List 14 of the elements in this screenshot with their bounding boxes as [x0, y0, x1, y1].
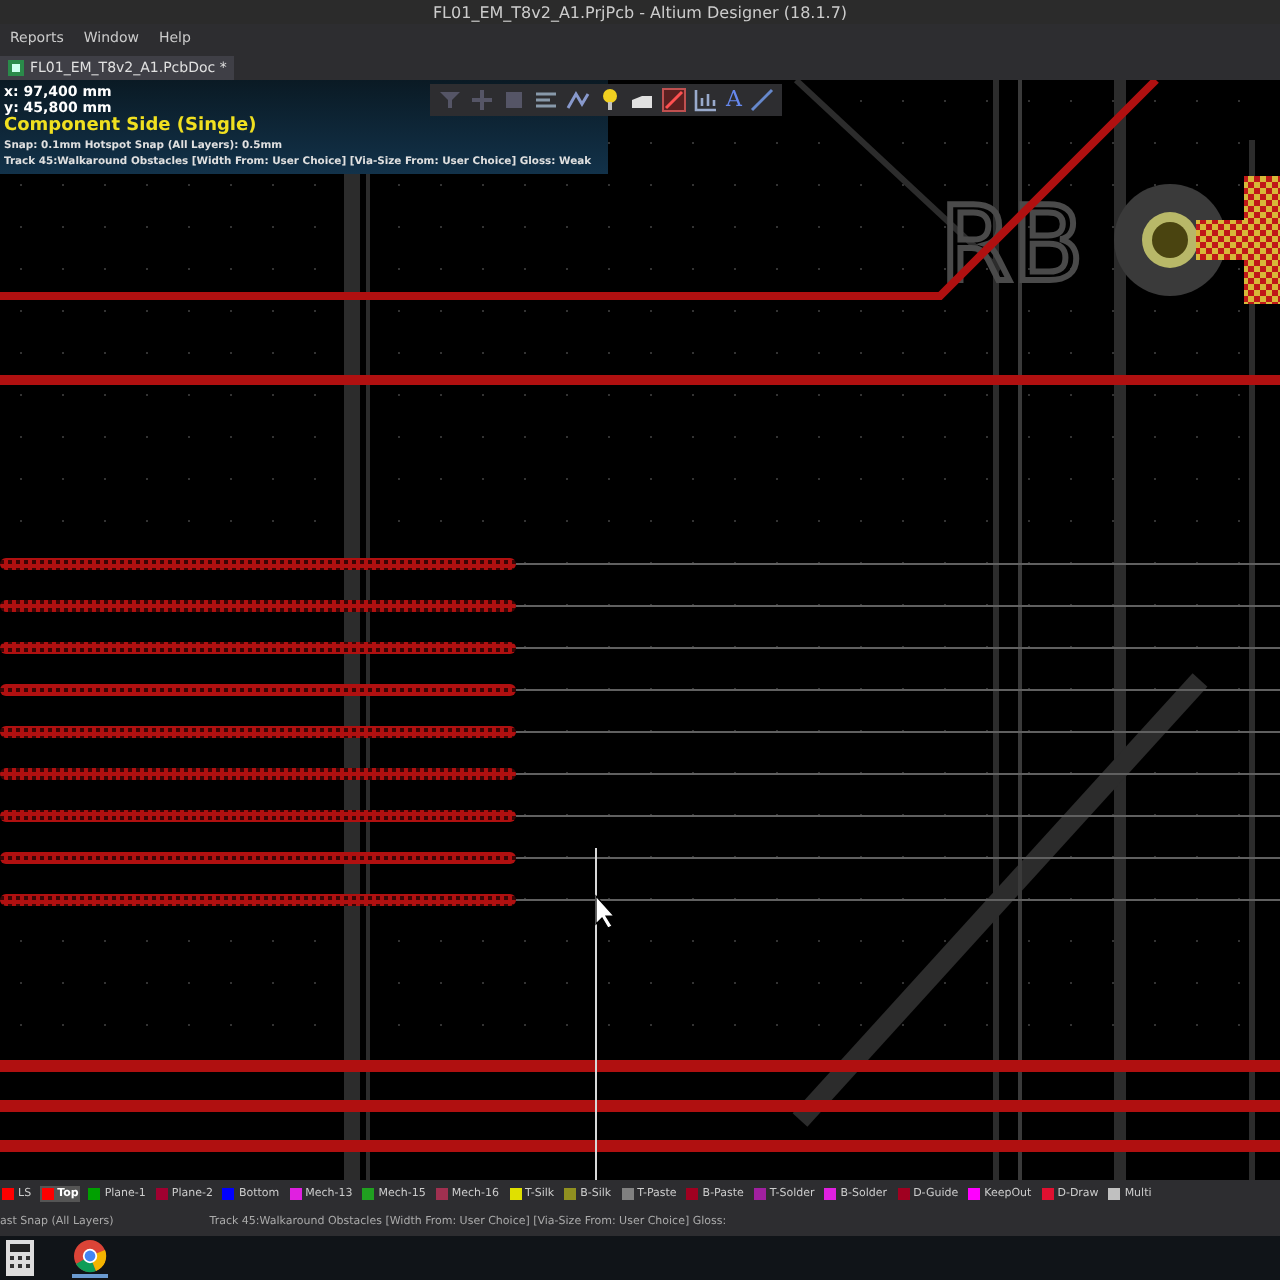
copper-pour	[1196, 176, 1280, 304]
string-tool[interactable]: A	[726, 88, 742, 112]
window-title: FL01_EM_T8v2_A1.PrjPcb - Altium Designer (18.1.7)	[432, 3, 848, 21]
mouse-pointer-icon	[595, 894, 616, 929]
pcb-document-icon	[8, 60, 24, 76]
bus-icon[interactable]	[566, 88, 590, 112]
calculator-icon[interactable]	[4, 1240, 36, 1276]
line-icon[interactable]	[749, 88, 774, 112]
browser-icon[interactable]	[72, 1238, 108, 1278]
align-icon[interactable]	[534, 88, 558, 112]
pin-icon[interactable]	[598, 88, 622, 112]
chart-icon[interactable]	[694, 88, 718, 112]
route-icon[interactable]	[662, 88, 686, 112]
layer-side-label: Component Side (Single)	[4, 116, 257, 138]
